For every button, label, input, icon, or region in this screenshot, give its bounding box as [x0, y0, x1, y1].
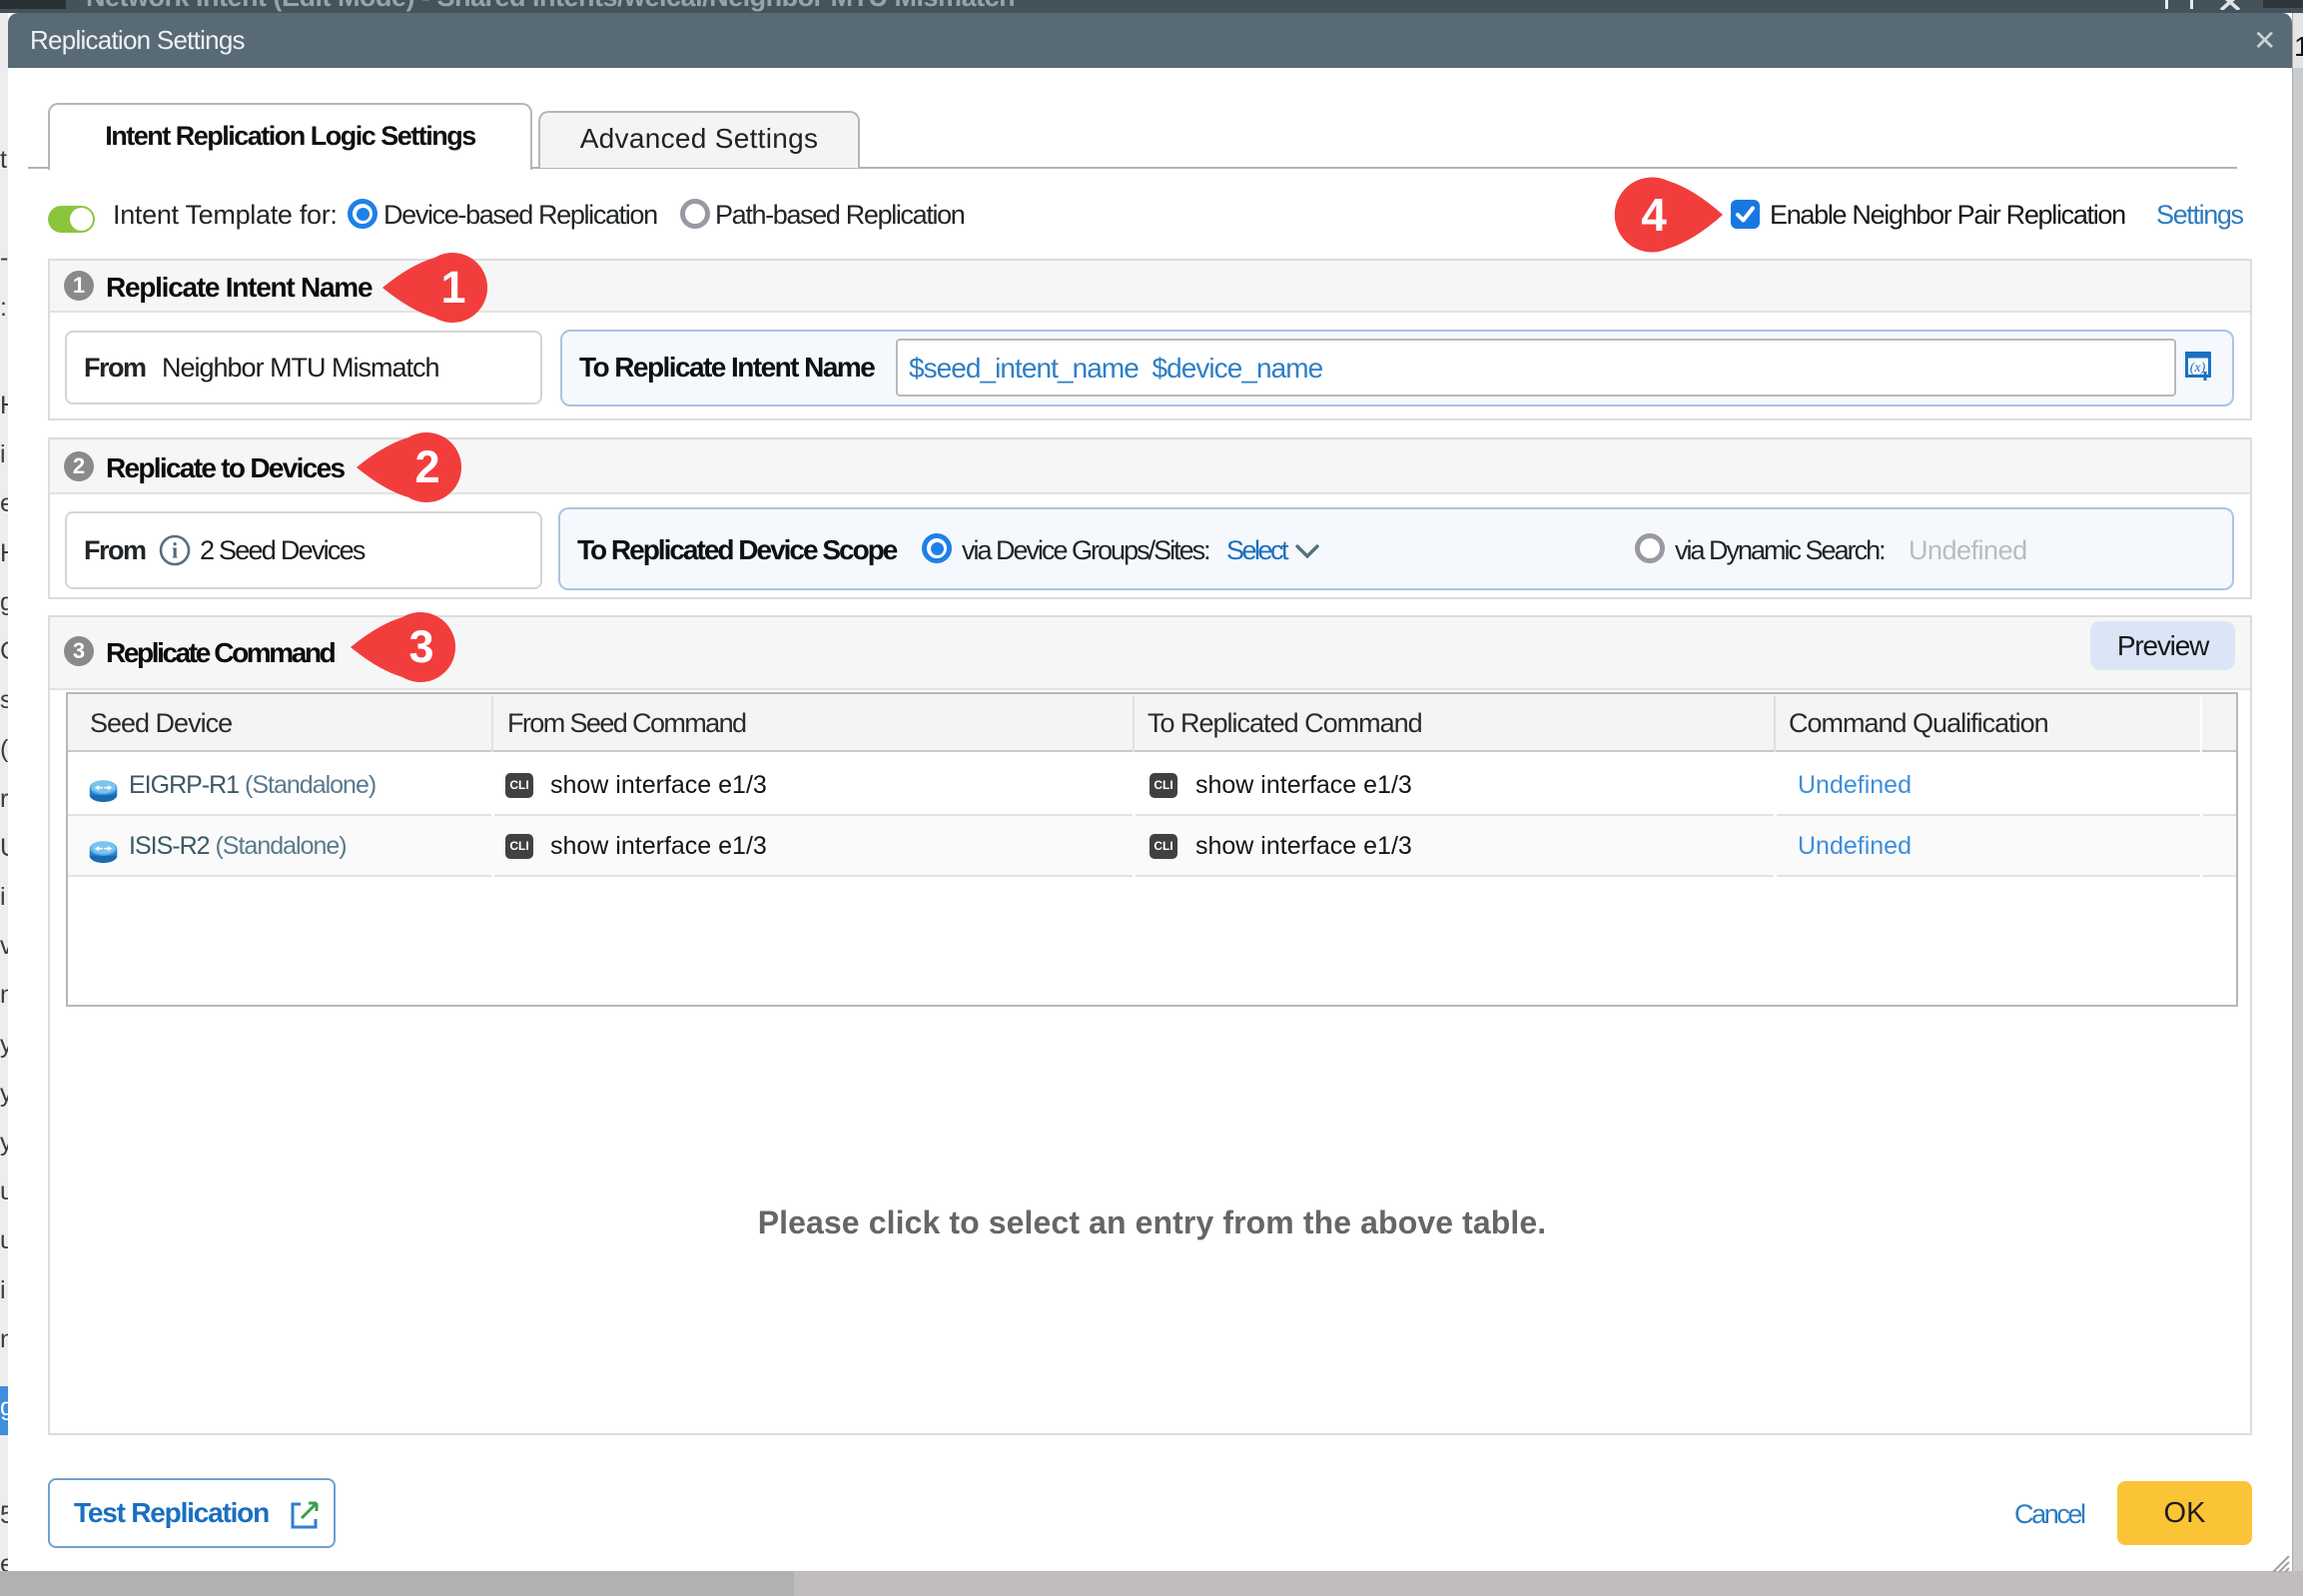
svg-text:4: 4	[1641, 189, 1667, 241]
svg-text:(x): (x)	[2190, 361, 2206, 376]
svg-text:i: i	[172, 538, 178, 563]
svg-text:1: 1	[440, 262, 465, 313]
svg-text:3: 3	[408, 621, 433, 672]
svg-text:2: 2	[414, 441, 439, 492]
